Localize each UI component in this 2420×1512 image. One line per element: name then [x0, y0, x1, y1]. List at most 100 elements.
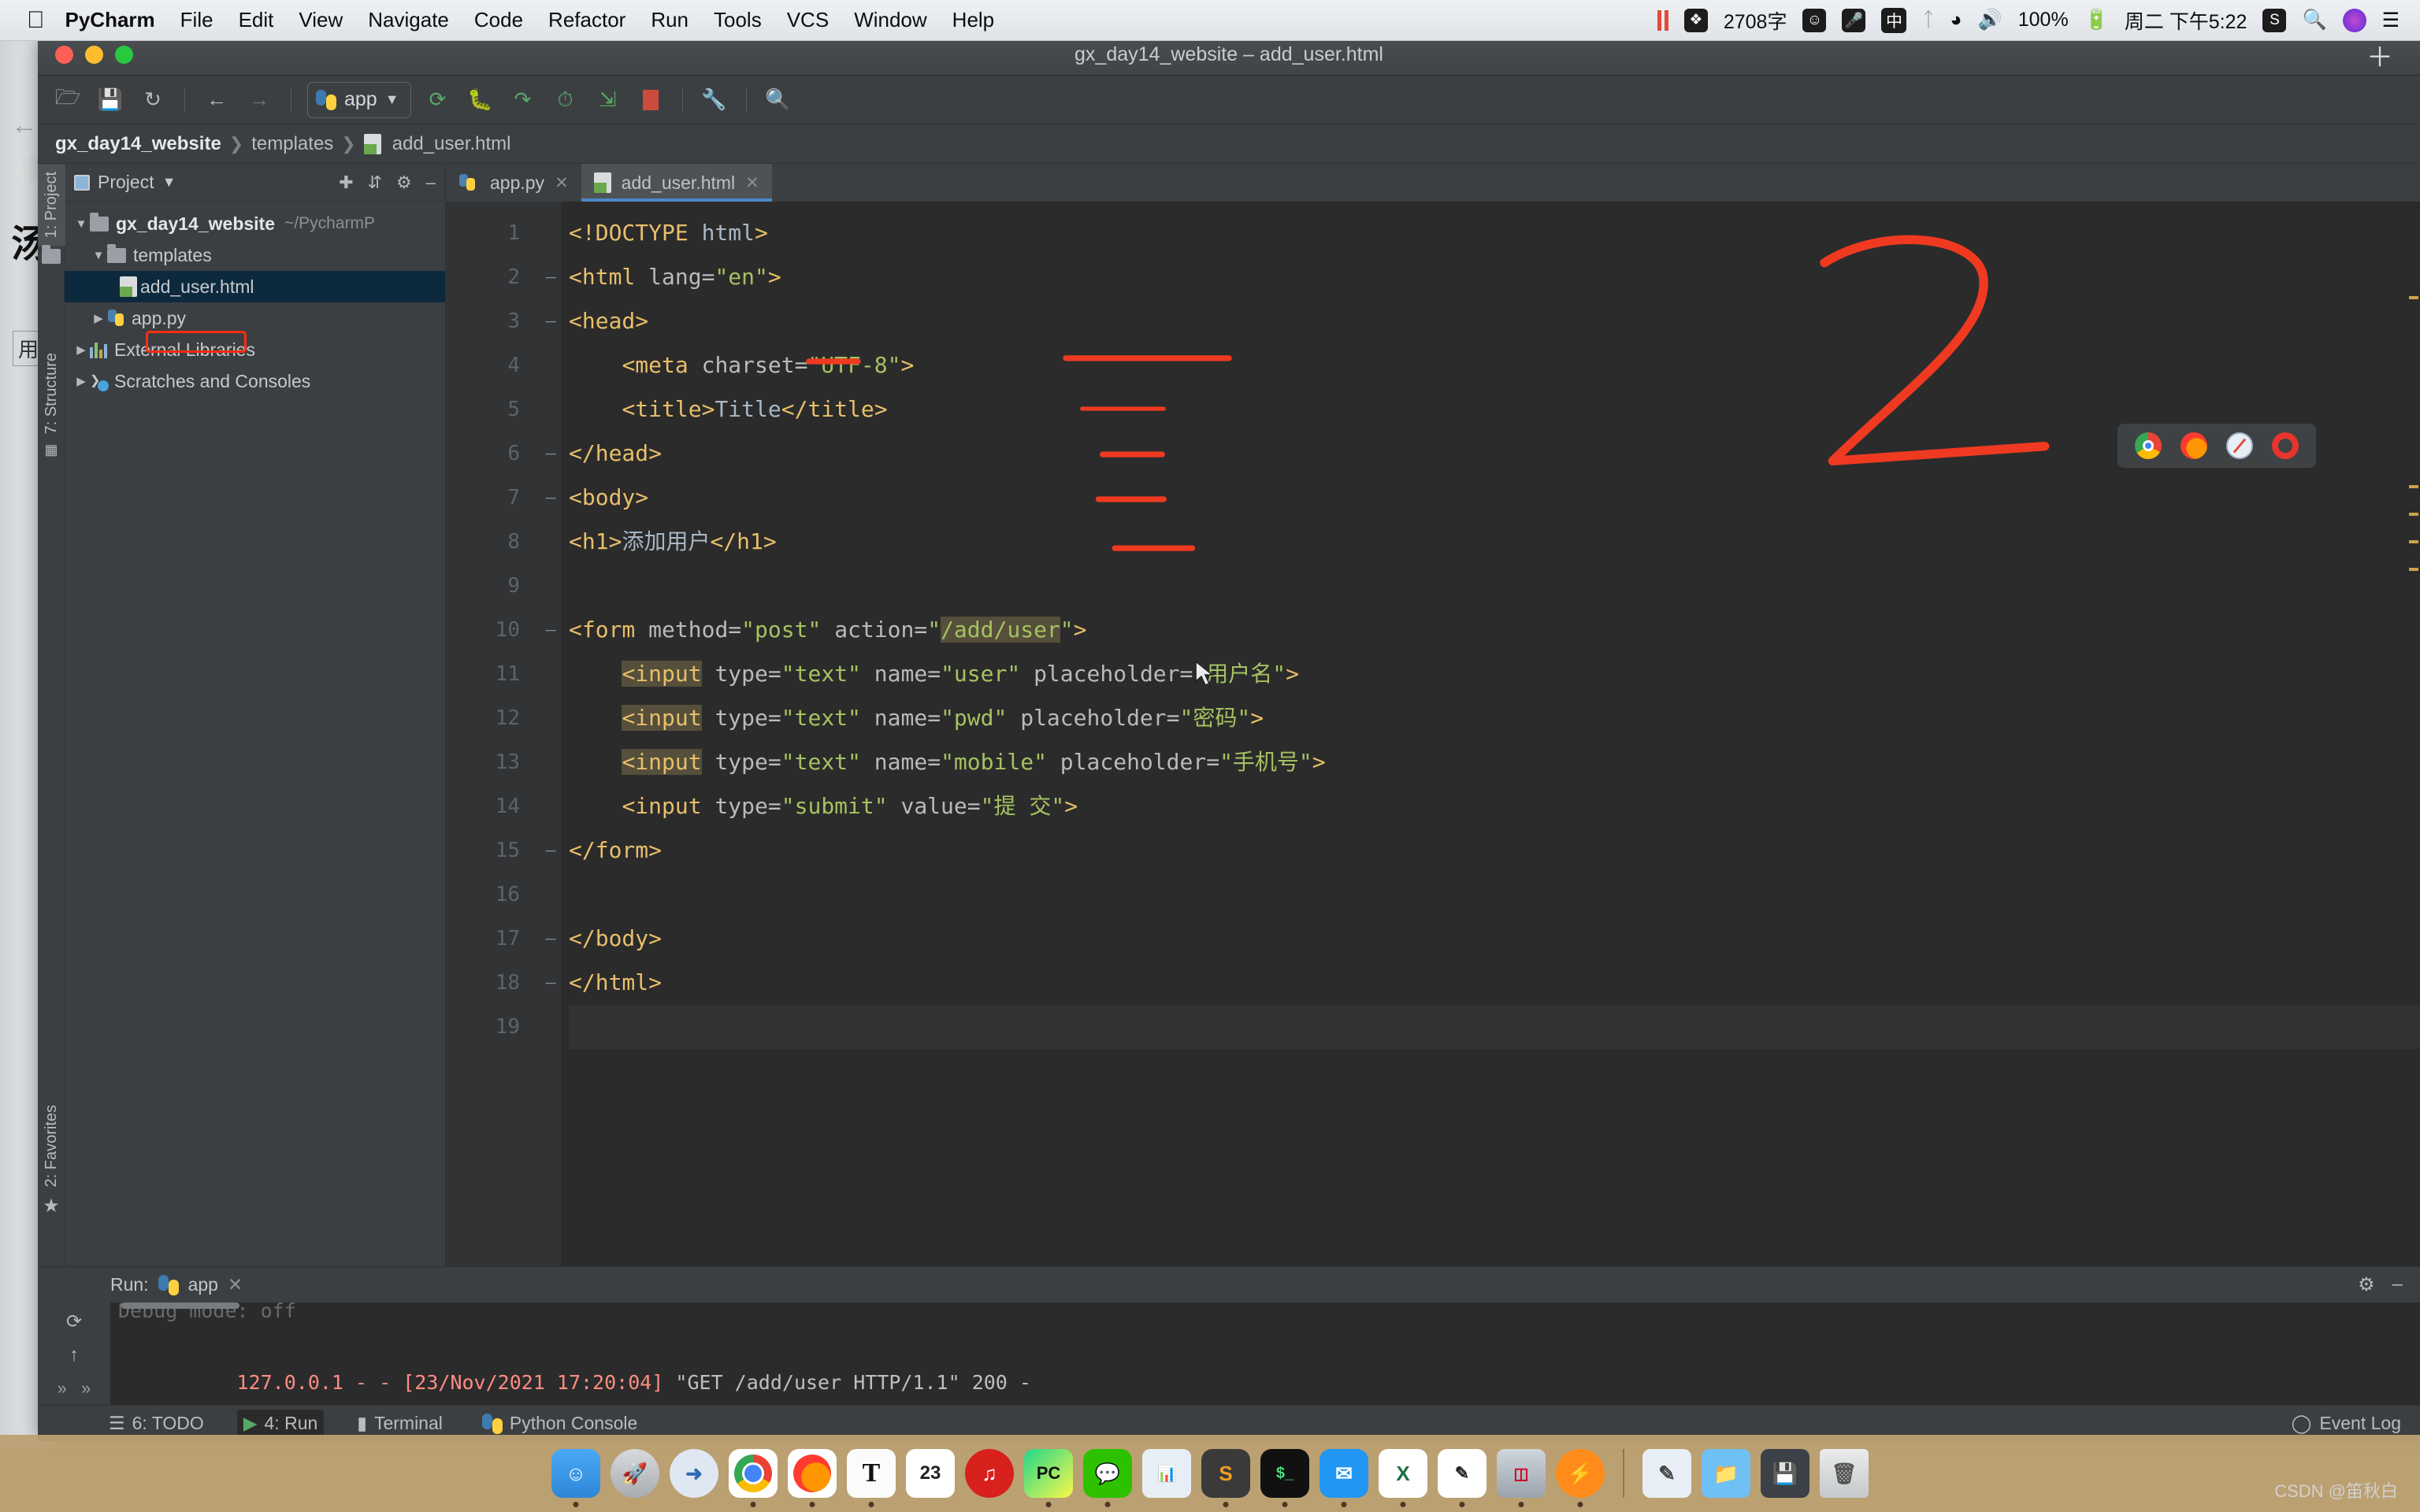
menu-app-name[interactable]: PyCharm	[65, 8, 155, 32]
firefox-icon[interactable]	[2181, 432, 2207, 459]
menu-tools[interactable]: Tools	[714, 8, 762, 32]
open-in-browser-popup[interactable]	[2118, 424, 2316, 468]
hide-panel-icon[interactable]: –	[426, 172, 436, 193]
open-folder-icon[interactable]: 🗁	[52, 84, 84, 116]
menu-navigate[interactable]: Navigate	[368, 8, 449, 32]
menu-view[interactable]: View	[299, 8, 343, 32]
fold-marker[interactable]: ─	[540, 828, 561, 873]
tab-todo[interactable]: ☰ 6: TODO	[102, 1410, 210, 1437]
add-icon[interactable]: ＋	[2366, 35, 2393, 74]
run-config-name[interactable]: app	[188, 1274, 218, 1295]
dock-storage-icon[interactable]: 💾	[1761, 1449, 1809, 1498]
microphone-icon[interactable]: 🎤	[1842, 8, 1866, 32]
menu-window[interactable]: Window	[854, 8, 926, 32]
search-icon[interactable]: 🔍	[2302, 9, 2326, 32]
dock-excel-icon[interactable]: X	[1379, 1449, 1427, 1507]
collapse-all-icon[interactable]: ⇵	[368, 172, 382, 193]
menu-refactor[interactable]: Refactor	[548, 8, 625, 32]
breadcrumb-file[interactable]: add_user.html	[392, 133, 511, 155]
sogou-icon[interactable]: S	[2262, 8, 2287, 32]
settings-wrench-icon[interactable]: 🔧	[699, 84, 730, 116]
volume-icon[interactable]: 🔊	[1978, 9, 2002, 32]
fold-marker[interactable]: ─	[540, 432, 561, 476]
dock-launchpad-icon[interactable]: 🚀	[611, 1449, 659, 1498]
tab-terminal[interactable]: ▮ Terminal	[351, 1410, 449, 1437]
run-coverage-icon[interactable]: ↷	[507, 84, 539, 116]
gear-icon[interactable]: ⚙	[2358, 1273, 2375, 1296]
dock-notes-icon[interactable]: ✎	[1438, 1449, 1487, 1507]
close-window-button[interactable]	[55, 46, 73, 64]
siri-icon[interactable]	[2342, 8, 2366, 32]
feather-icon[interactable]: ❖	[1683, 8, 1708, 32]
forward-arrow-icon[interactable]: →	[243, 84, 275, 116]
safari-icon[interactable]	[2226, 432, 2253, 459]
dock-pycharm-icon[interactable]: PC	[1024, 1449, 1073, 1507]
sync-icon[interactable]: ↻	[137, 84, 169, 116]
dock-trash-icon[interactable]: 🗑	[1820, 1449, 1869, 1498]
dock-illustrator-icon[interactable]: ✎	[1642, 1449, 1691, 1498]
dock-parallels-icon[interactable]: ◫	[1497, 1449, 1546, 1507]
tab-app-py[interactable]: app.py ✕	[446, 164, 581, 202]
hide-panel-icon[interactable]: –	[2392, 1273, 2403, 1296]
breadcrumb-project[interactable]: gx_day14_website	[55, 133, 221, 155]
stop-icon[interactable]	[635, 84, 666, 116]
chevron-collapsed-icon[interactable]: ▶	[72, 343, 90, 357]
search-everywhere-icon[interactable]: 🔍	[763, 84, 794, 116]
tree-item-templates[interactable]: ▼ templates	[65, 239, 445, 271]
menu-help[interactable]: Help	[952, 8, 994, 32]
console-output[interactable]: Debug mode: off 127.0.0.1 - - [23/Nov/20…	[110, 1303, 2420, 1405]
dock-terminal-icon[interactable]: $_	[1260, 1449, 1309, 1507]
close-icon[interactable]: ✕	[228, 1274, 243, 1295]
apple-logo-icon[interactable]: 	[27, 8, 45, 32]
run-with-console-icon[interactable]: ⇲	[592, 84, 624, 116]
sidebar-item-structure[interactable]: 7: Structure	[38, 345, 65, 442]
minimize-window-button[interactable]	[85, 46, 103, 64]
more-actions-icons[interactable]: » »	[58, 1378, 91, 1399]
sidebar-item-favorites[interactable]: 2: Favorites	[38, 1097, 65, 1195]
chevron-expanded-icon[interactable]: ▼	[90, 249, 107, 262]
word-count-status[interactable]: 2708字	[1724, 6, 1787, 35]
fold-marker[interactable]: ─	[540, 476, 561, 520]
gear-icon[interactable]: ⚙	[396, 172, 412, 193]
sidebar-item-project[interactable]: 1: Project	[38, 164, 65, 246]
fold-marker[interactable]: ─	[540, 255, 561, 299]
chevron-collapsed-icon[interactable]: ▶	[72, 374, 90, 388]
dock-downloads-icon[interactable]: 📁	[1702, 1449, 1750, 1498]
wifi-icon[interactable]: ◕	[1950, 9, 1962, 32]
dock-chrome-icon[interactable]	[729, 1449, 778, 1507]
ime-cn-icon[interactable]: 中	[1881, 7, 1907, 33]
dock-calendar-icon[interactable]: 23	[906, 1449, 955, 1498]
tree-item-gx_day14_website[interactable]: ▼ gx_day14_website ~/PycharmP	[65, 208, 445, 239]
fold-marker[interactable]: ─	[540, 299, 561, 343]
locate-icon[interactable]: ✚	[339, 172, 353, 193]
dock-wechat-icon[interactable]: 💬	[1083, 1449, 1132, 1507]
battery-charging-icon[interactable]: 🔋	[2084, 9, 2109, 32]
code-editor[interactable]: 1 2 3 4 5 6 7 8 9 10 11 12 13 14 15 16 1	[446, 202, 2420, 1266]
dock-safari-icon[interactable]: ➜	[670, 1449, 718, 1498]
datetime-label[interactable]: 周二 下午5:22	[2125, 6, 2247, 35]
event-log-label[interactable]: Event Log	[2319, 1413, 2401, 1434]
menu-code[interactable]: Code	[474, 8, 523, 32]
chrome-icon[interactable]	[2135, 432, 2162, 459]
close-tab-icon[interactable]: ✕	[555, 173, 569, 193]
menu-run[interactable]: Run	[651, 8, 689, 32]
fold-marker[interactable]: ─	[540, 608, 561, 652]
save-icon[interactable]: 💾	[95, 84, 126, 116]
dock-netease-music-icon[interactable]: ♫	[965, 1449, 1014, 1498]
back-arrow-icon[interactable]: ←	[201, 84, 232, 116]
run-icon[interactable]: ⟳	[422, 84, 454, 116]
profile-icon[interactable]: ⏱	[550, 84, 581, 116]
emoji-icon[interactable]: ☺	[1802, 8, 1827, 32]
editor-scrollbar-markers[interactable]	[2406, 202, 2420, 1266]
dock-typora-icon[interactable]: T	[847, 1449, 896, 1507]
rerun-icon[interactable]: ⟳	[66, 1310, 82, 1333]
pause-icon[interactable]	[1657, 9, 1668, 31]
fold-marker[interactable]: ─	[540, 917, 561, 961]
tree-item-scratches-and-consoles[interactable]: ▶ ❯ Scratches and Consoles	[65, 365, 445, 397]
dock-qqmail-icon[interactable]: ✉	[1319, 1449, 1368, 1507]
fold-marker[interactable]: ─	[540, 961, 561, 1005]
tree-item-external-libraries[interactable]: ▶ External Libraries	[65, 334, 445, 365]
menu-vcs[interactable]: VCS	[787, 8, 829, 32]
breadcrumb-templates[interactable]: templates	[251, 133, 333, 155]
opera-icon[interactable]	[2272, 432, 2299, 459]
